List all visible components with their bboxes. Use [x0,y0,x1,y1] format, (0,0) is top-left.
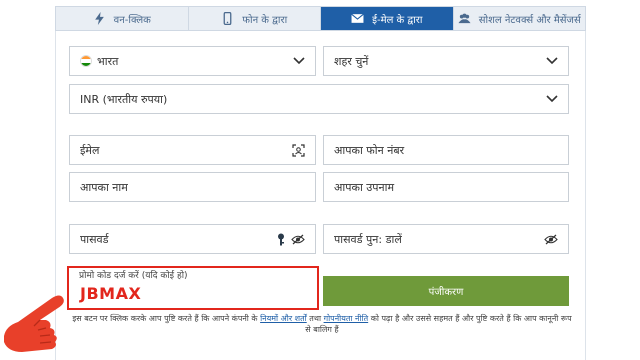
email-placeholder: ईमेल [80,143,100,157]
city-select[interactable]: शहर चुनें [323,46,569,76]
country-select[interactable]: भारत [69,46,316,76]
tab-label: सोशल नेटवर्क्स और मैसेंजर्स [478,14,581,26]
promo-code-label: प्रोमो कोड दर्ज करें (यदि कोई हो) [79,271,188,281]
tab-one-click[interactable]: वन-क्लिक [56,7,189,30]
password-placeholder: पासवर्ड [80,232,109,246]
envelope-icon [351,13,364,23]
lightning-icon [94,12,104,25]
first-name-placeholder: आपका नाम [80,180,128,194]
key-icon [277,233,285,246]
phone-icon [223,12,232,25]
chevron-down-icon [546,95,558,103]
terms-middle: तथा [309,314,322,323]
last-name-placeholder: आपका उपनाम [334,180,395,194]
tab-label: फोन के द्वारा [242,14,288,26]
scan-icon[interactable] [292,143,305,157]
chevron-down-icon [546,57,558,65]
eye-slash-icon[interactable] [291,234,305,245]
tab-phone[interactable]: फोन के द्वारा [188,7,321,30]
tab-label: वन-क्लिक [113,14,151,26]
email-field[interactable]: ईमेल [69,135,316,165]
password-field[interactable]: पासवर्ड [69,224,316,254]
password-confirm-field[interactable]: पासवर्ड पुन: डालें [323,224,569,254]
city-placeholder: शहर चुनें [334,54,369,68]
country-value: भारत [97,54,119,68]
eye-slash-icon[interactable] [544,234,558,245]
terms-text: इस बटन पर क्लिक करके आप पुष्टि करते हैं … [72,313,572,335]
phone-field[interactable]: आपका फोन नंबर [323,135,569,165]
india-flag-icon [80,55,92,67]
phone-placeholder: आपका फोन नंबर [334,143,405,157]
first-name-field[interactable]: आपका नाम [69,172,316,202]
registration-method-tabs: वन-क्लिक फोन के द्वारा ई-मेल के द्वारा स… [55,6,586,31]
tab-social[interactable]: सोशल नेटवर्क्स और मैसेंजर्स [453,7,585,30]
tab-email[interactable]: ई-मेल के द्वारा [321,7,454,30]
promo-code-value: JBMAX [80,284,142,303]
terms-prefix: इस बटन पर क्लिक करके आप पुष्टि करते हैं … [72,314,258,323]
users-icon [458,13,471,24]
last-name-field[interactable]: आपका उपनाम [323,172,569,202]
currency-select[interactable]: INR (भारतीय रुपया) [69,84,569,114]
terms-rules-link[interactable]: नियमों और शर्तों [260,314,307,323]
tab-label: ई-मेल के द्वारा [372,14,423,26]
pointing-hand-icon [4,295,64,352]
privacy-policy-link[interactable]: गोपनीयता नीति [324,314,369,323]
password-confirm-placeholder: पासवर्ड पुन: डालें [334,232,402,246]
currency-value: INR (भारतीय रुपया) [80,92,168,106]
chevron-down-icon [293,57,305,65]
register-button[interactable]: पंजीकरण [323,276,569,306]
